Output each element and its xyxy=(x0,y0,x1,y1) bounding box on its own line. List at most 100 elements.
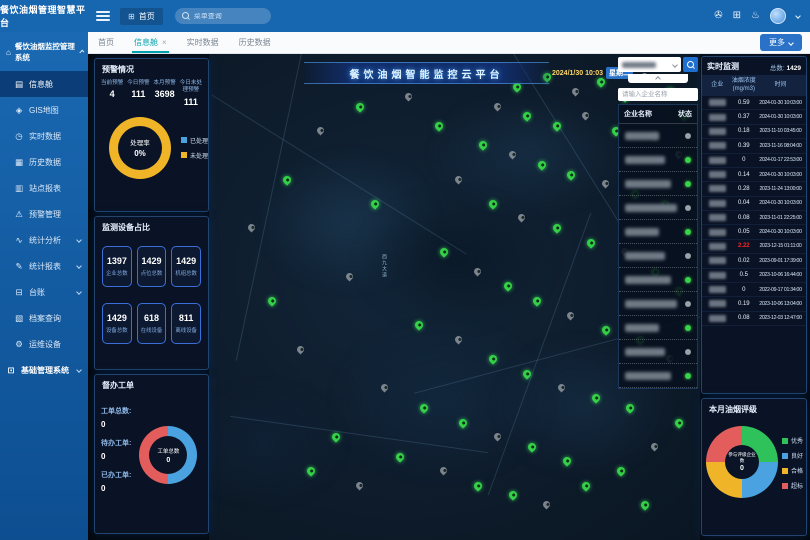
map-pin-offline[interactable] xyxy=(247,223,257,233)
company-row[interactable] xyxy=(619,220,697,244)
realtime-row: 0.392023-11-16 08:04:00 xyxy=(702,139,806,153)
reading-time: 2023-09-01 17:39:00 xyxy=(756,258,805,264)
concentration-value: 0.59 xyxy=(732,100,756,106)
user-menu-chevron-icon[interactable] xyxy=(795,13,801,19)
home-icon: ⌂ xyxy=(6,48,11,57)
hamburger-menu-icon[interactable] xyxy=(96,11,110,21)
apps-grid-icon[interactable]: ⊞ xyxy=(733,11,741,21)
device-stat-value: 1397 xyxy=(104,256,130,266)
map-pin-online[interactable] xyxy=(580,480,591,491)
company-row[interactable] xyxy=(619,268,697,292)
sidebar-item-info-cabin[interactable]: ▤信息舱 xyxy=(0,71,88,97)
sidebar-item-stat-analysis[interactable]: ∿统计分析 xyxy=(0,227,88,253)
map-pin-online[interactable] xyxy=(507,490,518,501)
user-avatar[interactable] xyxy=(770,8,786,24)
map-pin-offline[interactable] xyxy=(571,87,581,97)
legend-label: 合格 xyxy=(791,466,803,475)
sidebar-item-alarm-management[interactable]: ⚠预警管理 xyxy=(0,201,88,227)
device-stat-box: 1429设备总数 xyxy=(102,303,132,344)
map-pin-offline[interactable] xyxy=(566,310,576,320)
company-row[interactable] xyxy=(619,244,697,268)
map-pin-online[interactable] xyxy=(355,101,366,112)
legend-item[interactable]: 未处理 xyxy=(181,151,208,160)
map-pin-offline[interactable] xyxy=(316,125,326,135)
sidebar-item-ops-device[interactable]: ⚙运维设备 xyxy=(0,331,88,357)
company-name-input[interactable] xyxy=(618,88,698,101)
company-row[interactable] xyxy=(619,196,697,220)
company-row[interactable] xyxy=(619,124,697,148)
sidebar-item-archive-query[interactable]: ▧档案查询 xyxy=(0,305,88,331)
chevron-up-icon xyxy=(79,49,84,54)
map-pin-offline[interactable] xyxy=(296,344,306,354)
gis-map-canvas[interactable]: 西九大道 餐饮油烟智能监控云平台 2024/1/30 10:03 星期二 xyxy=(209,54,700,540)
legend-swatch xyxy=(782,468,788,474)
sidebar-section-monitoring-system[interactable]: ⌂ 餐饮油烟监控管理系统 xyxy=(0,32,88,71)
sidebar-item-ledger[interactable]: ⊟台账 xyxy=(0,279,88,305)
company-row[interactable] xyxy=(619,340,697,364)
map-pin-online[interactable] xyxy=(585,237,596,248)
map-pin-offline[interactable] xyxy=(404,91,414,101)
process-rate-value: 0% xyxy=(134,149,146,158)
reading-time: 2023-11-01 22:25:00 xyxy=(756,215,805,221)
company-search-button[interactable] xyxy=(683,57,698,72)
company-row[interactable] xyxy=(619,292,697,316)
concentration-value: 0 xyxy=(732,157,756,163)
company-list-collapse-button[interactable] xyxy=(628,74,688,83)
realtime-row: 2.222023-12-15 01:11:00 xyxy=(702,240,806,254)
company-row[interactable] xyxy=(619,364,697,388)
redacted-company-name xyxy=(709,99,726,106)
company-row[interactable] xyxy=(619,172,697,196)
sidebar-item-stat-report[interactable]: ✎统计报表 xyxy=(0,253,88,279)
status-dot-offline xyxy=(685,349,691,355)
device-stat-box: 618在线设备 xyxy=(137,303,167,344)
redacted-company-name xyxy=(709,142,726,149)
map-pin-online[interactable] xyxy=(639,499,650,510)
realtime-row: 0.022023-09-01 17:39:00 xyxy=(702,254,806,268)
map-pin-online[interactable] xyxy=(472,480,483,491)
map-pin-online[interactable] xyxy=(551,222,562,233)
sidebar-item-realtime-data[interactable]: ◷实时数据 xyxy=(0,123,88,149)
realtime-row: 0.082023-11-01 22:25:00 xyxy=(702,211,806,225)
workorder-donut-chart: 工单总数 0 xyxy=(139,426,197,484)
sidebar-item-label: 台账 xyxy=(29,287,45,298)
company-row[interactable] xyxy=(619,316,697,340)
tab-realtime-data[interactable]: 实时数据 xyxy=(177,32,229,53)
theme-icon[interactable]: ✇ xyxy=(714,11,722,21)
sidebar-menu: ▤信息舱◈GIS地图◷实时数据▦历史数据▥站点报表⚠预警管理∿统计分析✎统计报表… xyxy=(0,71,88,383)
sidebar-item-label: GIS地图 xyxy=(29,105,59,116)
legend-item[interactable]: 良好 xyxy=(782,451,803,460)
sidebar-item-gis-map[interactable]: ◈GIS地图 xyxy=(0,97,88,123)
legend-item[interactable]: 合格 xyxy=(782,466,803,475)
tab-history-data[interactable]: 历史数据 xyxy=(229,32,281,53)
map-pin-offline[interactable] xyxy=(541,500,551,510)
more-button[interactable]: 更多 xyxy=(760,34,802,51)
alert-panel-title: 预警情况 xyxy=(95,59,208,78)
sidebar-item-base-management[interactable]: ⊡基础管理系统 xyxy=(0,357,88,383)
map-pin-online[interactable] xyxy=(674,417,685,428)
close-tab-icon[interactable]: × xyxy=(162,38,167,47)
sidebar-item-station-report[interactable]: ▥站点报表 xyxy=(0,175,88,201)
sidebar-item-history-data[interactable]: ▦历史数据 xyxy=(0,149,88,175)
map-pin-offline[interactable] xyxy=(355,480,365,490)
legend-item[interactable]: 优秀 xyxy=(782,436,803,445)
breadcrumb-home[interactable]: ⊞ 首页 xyxy=(120,8,163,25)
concentration-value: 0.08 xyxy=(732,215,756,221)
tab-home[interactable]: 首页 xyxy=(88,32,124,53)
map-pin-online[interactable] xyxy=(266,295,277,306)
legend-item[interactable]: 超标 xyxy=(782,481,803,490)
company-row[interactable] xyxy=(619,148,697,172)
realtime-monitor-panel: 实时监测 总数: 1429 企业油烟浓度 (mg/m3)时间 0.592024-… xyxy=(701,56,807,394)
workorder-donut-value: 0 xyxy=(166,457,170,464)
company-group-select[interactable] xyxy=(618,57,681,72)
map-pin-online[interactable] xyxy=(600,324,611,335)
menu-search-input[interactable] xyxy=(194,13,264,20)
reading-time: 2022-09-17 01:34:00 xyxy=(756,287,805,293)
legend-item[interactable]: 已处理 xyxy=(181,136,208,145)
tab-info-cabin[interactable]: 信息舱× xyxy=(124,32,177,53)
hot-notification-icon[interactable]: ♨ xyxy=(751,11,760,21)
workorder-stat-label: 待办工单: xyxy=(101,438,131,448)
workorder-stat-label: 已办工单: xyxy=(101,470,131,480)
process-rate-donut-chart: 处理率 0% xyxy=(109,117,171,179)
chevron-down-icon xyxy=(76,289,82,295)
alert-stat-value: 3698 xyxy=(152,89,178,99)
